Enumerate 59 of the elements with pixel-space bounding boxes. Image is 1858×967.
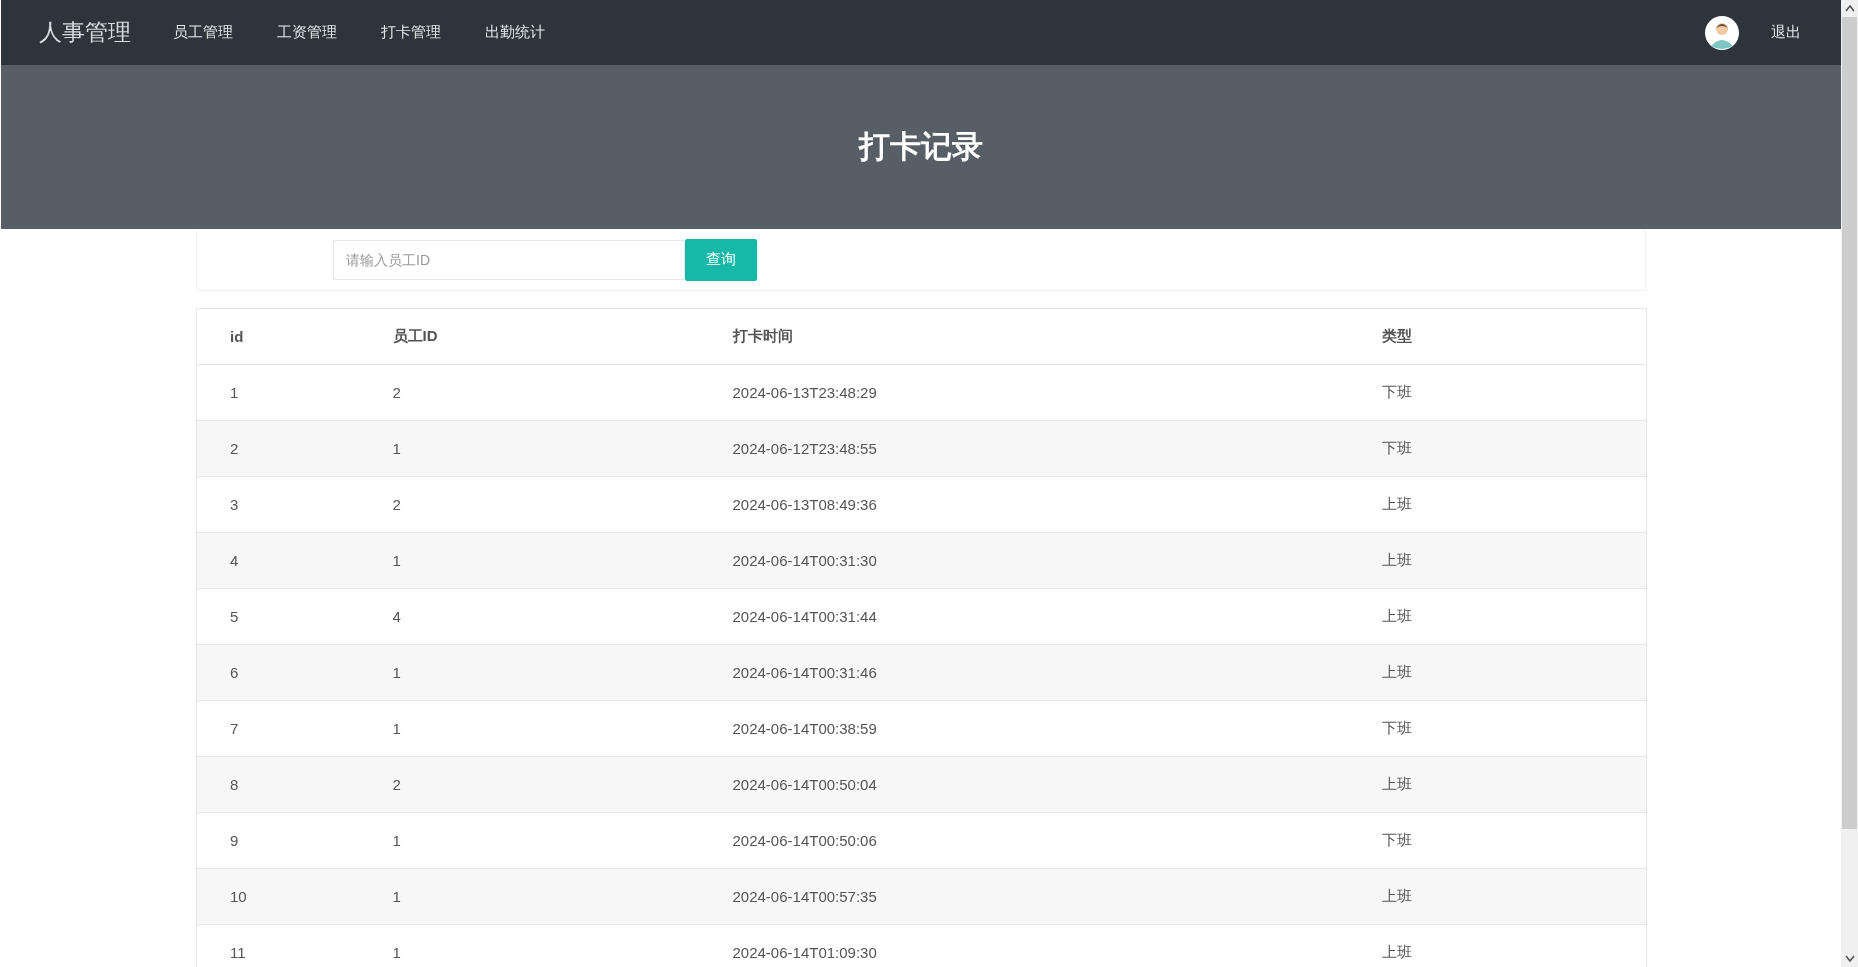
column-header: 员工ID	[359, 308, 700, 365]
page-title: 打卡记录	[859, 128, 983, 166]
table-cell: 2024-06-13T23:48:29	[699, 364, 1349, 421]
column-header: 类型	[1348, 308, 1647, 365]
table-cell: 2024-06-12T23:48:55	[699, 420, 1349, 477]
nav-link[interactable]: 员工管理	[173, 23, 233, 42]
table-cell: 1	[359, 420, 700, 477]
table-cell: 2024-06-14T00:57:35	[699, 868, 1349, 925]
table-cell: 1	[359, 700, 700, 757]
column-header: 打卡时间	[699, 308, 1349, 365]
table-cell: 2024-06-14T00:50:04	[699, 756, 1349, 813]
nav-link[interactable]: 打卡管理	[381, 23, 441, 42]
logout-link[interactable]: 退出	[1771, 23, 1801, 42]
table-cell: 上班	[1348, 588, 1647, 645]
table-cell: 6	[196, 644, 360, 701]
table-cell: 上班	[1348, 924, 1647, 967]
table-cell: 上班	[1348, 476, 1647, 533]
table-cell: 4	[359, 588, 700, 645]
table-cell: 下班	[1348, 364, 1647, 421]
table-cell: 1	[359, 924, 700, 967]
table-cell: 2024-06-14T00:31:30	[699, 532, 1349, 589]
table-cell: 1	[359, 532, 700, 589]
table-cell: 2024-06-14T00:31:46	[699, 644, 1349, 701]
table-cell: 8	[196, 756, 360, 813]
table-cell: 2024-06-14T00:50:06	[699, 812, 1349, 869]
table-cell: 2	[359, 476, 700, 533]
table-cell: 5	[196, 588, 360, 645]
table-cell: 4	[196, 532, 360, 589]
table-cell: 下班	[1348, 812, 1647, 869]
user-avatar-icon[interactable]	[1705, 15, 1739, 50]
table-cell: 1	[359, 644, 700, 701]
table-cell: 上班	[1348, 756, 1647, 813]
table-cell: 2	[359, 756, 700, 813]
table-cell: 下班	[1348, 700, 1647, 757]
table-cell: 2	[359, 364, 700, 421]
scrollbar[interactable]	[1841, 0, 1858, 967]
nav-link[interactable]: 出勤统计	[485, 23, 545, 42]
table-cell: 2024-06-14T01:09:30	[699, 924, 1349, 967]
table-cell: 上班	[1348, 532, 1647, 589]
table-cell: 11	[196, 924, 360, 967]
brand-title[interactable]: 人事管理	[39, 17, 131, 48]
table-cell: 2	[196, 420, 360, 477]
table-cell: 1	[359, 868, 700, 925]
table-cell: 上班	[1348, 644, 1647, 701]
table-cell: 7	[196, 700, 360, 757]
table-cell: 3	[196, 476, 360, 533]
table-cell: 2024-06-13T08:49:36	[699, 476, 1349, 533]
nav-link[interactable]: 工资管理	[277, 23, 337, 42]
table-cell: 上班	[1348, 868, 1647, 925]
table-cell: 9	[196, 812, 360, 869]
table-cell: 1	[196, 364, 360, 421]
table-cell: 10	[196, 868, 360, 925]
table-cell: 1	[359, 812, 700, 869]
scrollbar-thumb[interactable]	[1842, 17, 1857, 829]
column-header: id	[196, 308, 360, 365]
table-cell: 2024-06-14T00:38:59	[699, 700, 1349, 757]
table-cell: 下班	[1348, 420, 1647, 477]
employee-id-input[interactable]: 请输入员工ID	[333, 239, 685, 280]
table-cell: 2024-06-14T00:31:44	[699, 588, 1349, 645]
